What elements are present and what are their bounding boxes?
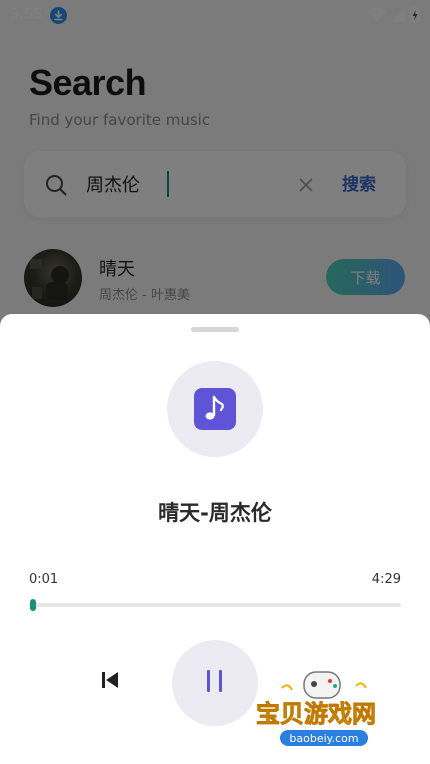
progress-thumb[interactable] — [30, 599, 37, 611]
cover-art — [167, 361, 263, 457]
song-title: 晴天-周杰伦 — [158, 501, 272, 525]
total-time: 4:29 — [371, 572, 401, 587]
skip-previous-icon — [100, 670, 120, 694]
current-time: 0:01 — [29, 572, 59, 587]
progress-slider[interactable] — [30, 599, 401, 611]
pause-icon — [205, 669, 225, 697]
svg-text:宝贝游戏网: 宝贝游戏网 — [256, 700, 376, 728]
watermark-logo: 宝贝游戏网 baobeiy.com — [252, 668, 402, 762]
drag-handle[interactable] — [191, 327, 239, 332]
pause-button[interactable] — [172, 640, 258, 726]
svg-text:baobeiy.com: baobeiy.com — [289, 732, 358, 745]
previous-button[interactable] — [97, 669, 123, 695]
music-note-icon — [194, 388, 236, 430]
